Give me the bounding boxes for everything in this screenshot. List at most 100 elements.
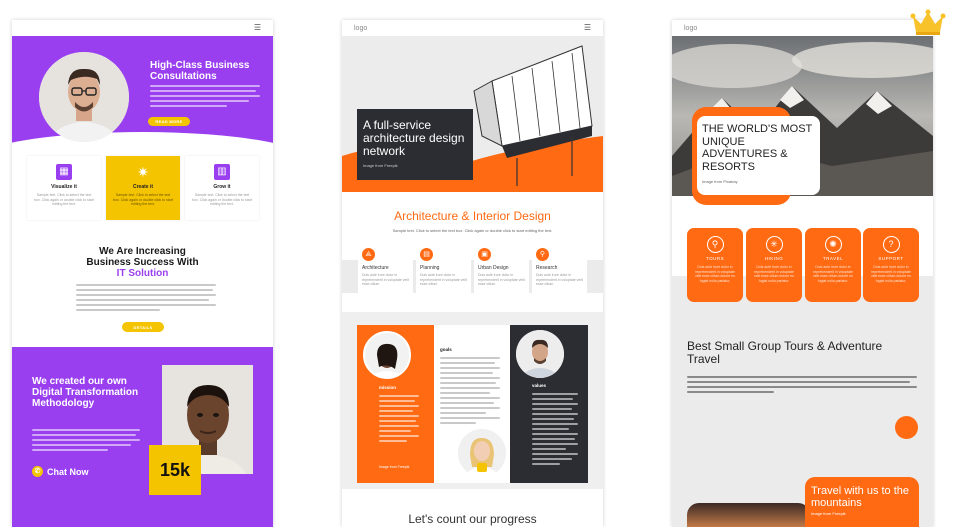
feature-title: Planning bbox=[420, 265, 440, 271]
methodology-body-text bbox=[32, 429, 140, 454]
woman-cup-portrait-image bbox=[458, 429, 506, 477]
logo-text[interactable]: logo bbox=[354, 25, 367, 32]
feature-card-create[interactable]: ✷ Create it Sample text. Click to select… bbox=[106, 156, 180, 220]
cta-caption[interactable]: Image from Freepik bbox=[811, 511, 913, 516]
feature-title: TOURS bbox=[705, 256, 725, 261]
template-card-business[interactable]: ☰ High-Class Business Consultations READ… bbox=[12, 20, 273, 527]
feature-desc: Duis aute irure dolor in reprehenderit i… bbox=[536, 273, 583, 286]
research-icon: ⚲ bbox=[536, 248, 549, 261]
feature-title: Create it bbox=[132, 184, 153, 190]
heading-accent: IT Solution bbox=[116, 268, 169, 279]
feature-title: Visualize it bbox=[51, 184, 77, 190]
building-icon: ▣ bbox=[478, 248, 491, 261]
hero-title-box: A full-service architecture design netwo… bbox=[357, 109, 473, 180]
planning-icon: ▤ bbox=[420, 248, 433, 261]
hero-caption[interactable]: Image from Pixabay bbox=[702, 179, 815, 184]
values-column: values bbox=[510, 325, 588, 483]
hero-body-text bbox=[150, 85, 260, 110]
compass-icon: ⟁ bbox=[362, 248, 375, 261]
feature-desc: Duis aute irure dolor in reprehenderit i… bbox=[694, 265, 736, 283]
woman-portrait-image bbox=[363, 331, 411, 379]
template-card-architecture[interactable]: logo ☰ A full-service architecture desig… bbox=[342, 20, 603, 527]
goals-text bbox=[440, 357, 500, 427]
feature-card-grow[interactable]: ▥ Grow it Sample text. Click to select t… bbox=[185, 156, 259, 220]
sunset-image bbox=[687, 503, 810, 527]
feature-card-urban-design[interactable]: ▣ Urban Design Duis aute irure dolor in … bbox=[474, 244, 529, 298]
goals-label: goals bbox=[440, 347, 452, 352]
support-icon: ? bbox=[882, 236, 900, 253]
mission-text bbox=[379, 395, 419, 445]
feature-desc: Sample text. Click to select the text bo… bbox=[113, 193, 173, 206]
hamburger-menu-icon[interactable]: ☰ bbox=[584, 24, 591, 32]
feature-card-visualize[interactable]: ▦ Visualize it Sample text. Click to sel… bbox=[27, 156, 101, 220]
hero-title: A full-service architecture design netwo… bbox=[363, 118, 465, 158]
card-topbar: logo ☰ bbox=[342, 20, 603, 36]
hero-read-more-button[interactable]: READ MORE bbox=[148, 117, 190, 126]
section-subtext: Sample text. Click to select the text bo… bbox=[392, 228, 553, 233]
feature-title: SUPPORT bbox=[878, 256, 904, 261]
values-text bbox=[532, 393, 578, 468]
feature-desc: Duis aute irure dolor in reprehenderit i… bbox=[870, 265, 912, 283]
mission-column: mission Image from Freepik bbox=[357, 325, 434, 483]
cta-box: Travel with us to the mountains Image fr… bbox=[805, 477, 919, 527]
logo-text[interactable]: logo bbox=[684, 25, 697, 32]
travel-icon: ✺ bbox=[824, 236, 842, 253]
feature-desc: Duis aute irure dolor in reprehenderit i… bbox=[478, 273, 525, 286]
card-topbar: logo bbox=[672, 20, 933, 36]
crown-icon bbox=[910, 8, 946, 36]
feature-card-support[interactable]: ? SUPPORT Duis aute irure dolor in repre… bbox=[863, 228, 919, 302]
man-portrait-image bbox=[516, 330, 564, 378]
feature-title: Grow it bbox=[213, 184, 231, 190]
chart-icon: ▥ bbox=[214, 164, 230, 180]
grid-icon: ▦ bbox=[56, 164, 72, 180]
card-topbar: ☰ bbox=[12, 20, 273, 36]
mission-label: mission bbox=[379, 385, 397, 390]
section-subheading: Architecture & Interior Design bbox=[394, 209, 551, 223]
scroll-dot-button[interactable] bbox=[895, 416, 918, 439]
feature-desc: Duis aute irure dolor in reprehenderit i… bbox=[420, 273, 467, 286]
feature-title: HIKING bbox=[764, 256, 784, 261]
section-body-text bbox=[76, 284, 216, 314]
feature-desc: Sample text. Click to select the text bo… bbox=[192, 193, 252, 206]
hiking-icon: ✳ bbox=[765, 236, 783, 253]
hero-title-box: THE WORLD'S MOST UNIQUE ADVENTURES & RES… bbox=[697, 116, 820, 195]
feature-card-travel[interactable]: ✺ TRAVEL Duis aute irure dolor in repreh… bbox=[805, 228, 861, 302]
whatsapp-icon: ✆ bbox=[32, 466, 43, 477]
feature-desc: Sample text. Click to select the text bo… bbox=[34, 193, 94, 206]
hamburger-menu-icon[interactable]: ☰ bbox=[254, 24, 261, 32]
feature-desc: Duis aute irure dolor in reprehenderit i… bbox=[812, 265, 854, 283]
hero-caption[interactable]: Image from Freepik bbox=[363, 163, 467, 168]
template-card-travel[interactable]: logo THE WORLD'S MOST UNIQUE ADVENTURES … bbox=[672, 20, 933, 527]
cta-title: Travel with us to the mountains bbox=[811, 485, 910, 509]
heading-line: We Are Increasing bbox=[99, 246, 186, 257]
feature-title: Architecture bbox=[362, 265, 389, 271]
feature-desc: Duis aute irure dolor in reprehenderit i… bbox=[753, 265, 795, 283]
feature-card-planning[interactable]: ▤ Planning Duis aute irure dolor in repr… bbox=[416, 244, 471, 298]
hero-title: THE WORLD'S MOST UNIQUE ADVENTURES & RES… bbox=[702, 123, 813, 173]
section-heading: Best Small Group Tours & Adventure Trave… bbox=[687, 339, 883, 366]
chat-now-button[interactable]: ✆ Chat Now bbox=[32, 466, 89, 477]
stat-badge: 15k bbox=[149, 445, 201, 495]
chat-label: Chat Now bbox=[47, 466, 89, 477]
feature-title: Research bbox=[536, 265, 558, 271]
section-heading: We Are Increasing Business Success With … bbox=[12, 246, 273, 279]
feature-card-hiking[interactable]: ✳ HIKING Duis aute irure dolor in repreh… bbox=[746, 228, 802, 302]
feature-card-research[interactable]: ⚲ Research Duis aute irure dolor in repr… bbox=[532, 244, 587, 298]
feature-title: TRAVEL bbox=[822, 256, 844, 261]
values-label: values bbox=[532, 383, 547, 388]
methodology-title: We created our own Digital Transformatio… bbox=[32, 376, 139, 409]
feature-title: Urban Design bbox=[478, 265, 509, 271]
bike-icon: ⚲ bbox=[706, 236, 724, 253]
feature-card-architecture[interactable]: ⟁ Architecture Duis aute irure dolor in … bbox=[358, 244, 413, 298]
sparkle-icon: ✷ bbox=[137, 164, 149, 180]
hero-portrait-image bbox=[39, 52, 129, 142]
mission-caption[interactable]: Image from Freepik bbox=[379, 465, 409, 469]
hero-wave-shape bbox=[12, 132, 273, 152]
goals-column: goals bbox=[434, 325, 510, 483]
feature-desc: Duis aute irure dolor in reprehenderit i… bbox=[362, 273, 409, 286]
details-button[interactable]: DETAILS bbox=[122, 322, 164, 332]
section-body-text bbox=[687, 376, 917, 396]
progress-heading: Let's count our progress bbox=[408, 512, 537, 526]
heading-line: Business Success With bbox=[86, 257, 199, 268]
feature-card-tours[interactable]: ⚲ TOURS Duis aute irure dolor in reprehe… bbox=[687, 228, 743, 302]
